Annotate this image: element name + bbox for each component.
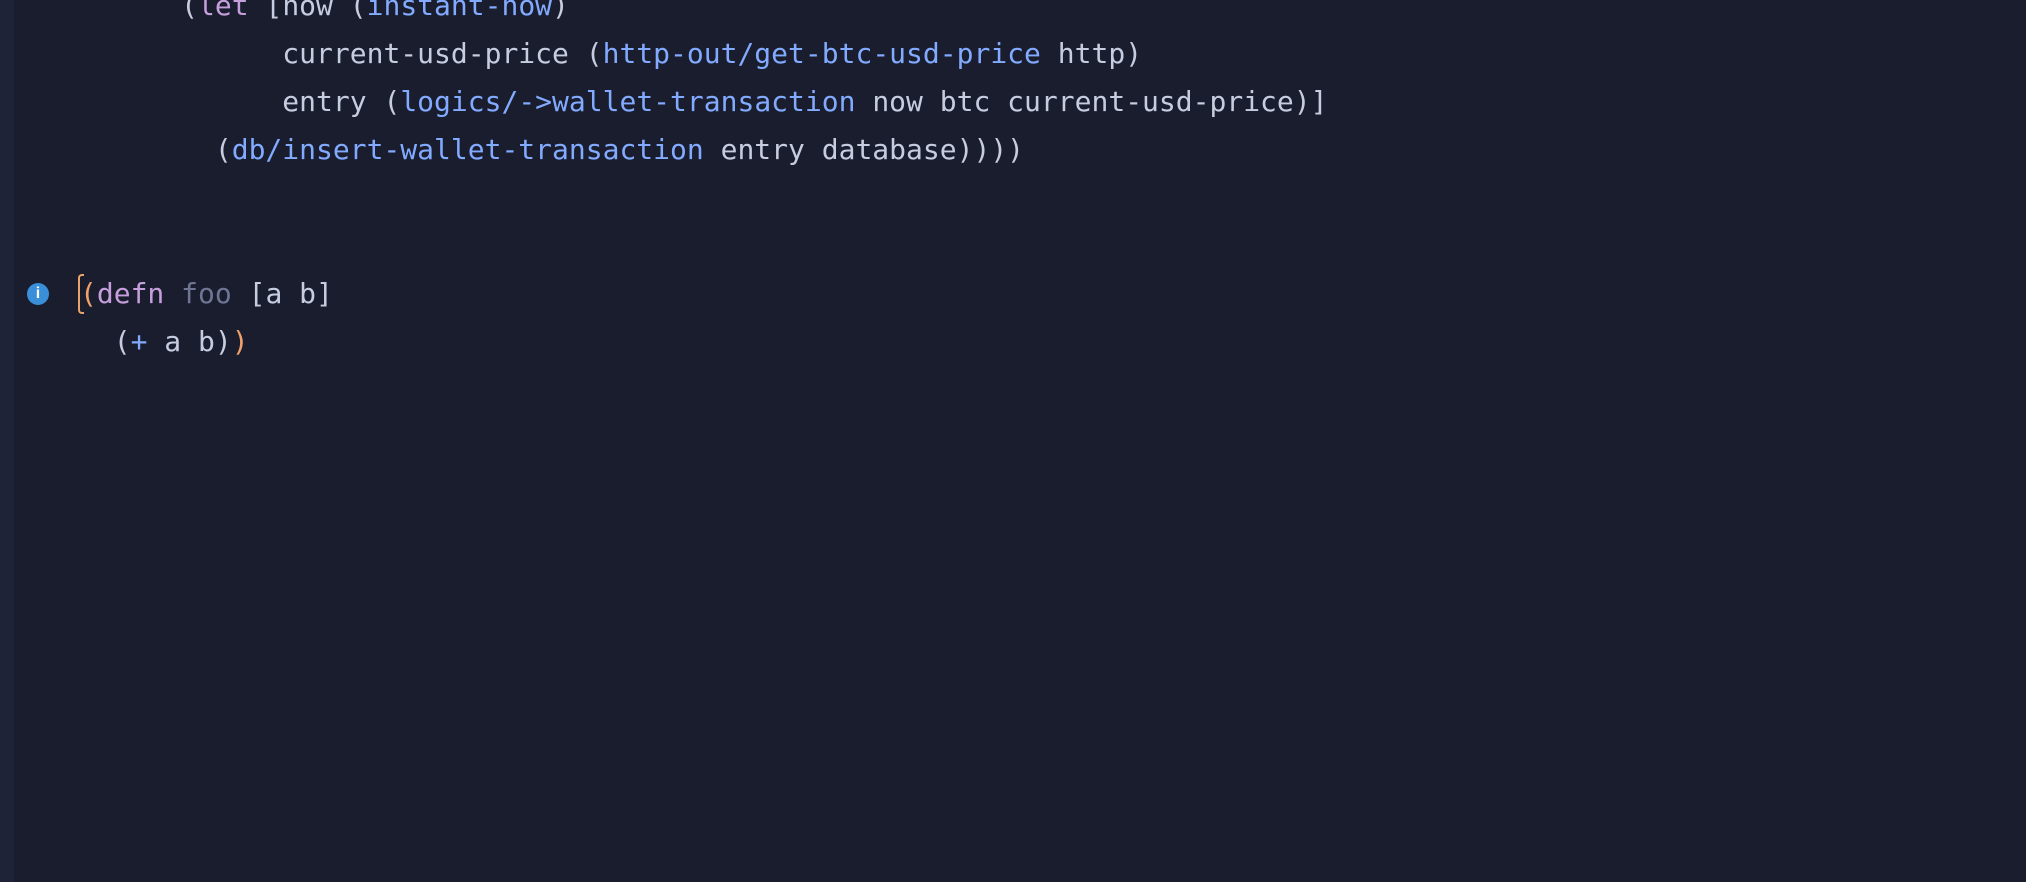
token-keyword: let [198,0,249,30]
token-hlparen: ) [232,318,249,366]
token-sym: entry database [704,126,957,174]
token-sym: a b [265,270,316,318]
token-dim: foo [181,270,232,318]
indent [80,0,181,30]
token-sym: entry [282,78,383,126]
info-icon[interactable]: i [26,282,50,306]
indent [80,318,114,366]
token-bracket: ] [316,270,333,318]
editor-gutter[interactable]: i [0,0,60,882]
token-paren: ) [1294,78,1311,126]
token-keyword: defn [97,270,164,318]
token-fn: + [131,318,148,366]
indent [80,126,215,174]
token-bracket: [ [265,0,282,30]
token-fn: db/insert-wallet-transaction [232,126,704,174]
code-line[interactable]: (db/insert-wallet-transaction entry data… [80,126,1024,174]
token-paren: ( [181,0,198,30]
token-paren: ( [350,0,367,30]
token-sym: current-usd-price [282,30,585,78]
token-paren: ) [552,0,569,30]
code-line[interactable]: (let [now (instant-now) [80,0,569,30]
token-sym: now btc current-usd-price [855,78,1293,126]
code-area[interactable]: (let [now (instant-now) current-usd-pric… [60,0,2026,882]
token-paren: ) [1125,30,1142,78]
gutter-strip [0,0,14,882]
token-sym: a b [147,318,214,366]
code-line[interactable]: current-usd-price (http-out/get-btc-usd-… [80,30,1142,78]
token-sym [249,0,266,30]
token-bracket: [ [249,270,266,318]
info-icon-glyph: i [27,283,49,305]
indent [80,30,282,78]
token-paren: )))) [957,126,1024,174]
token-sym [232,270,249,318]
token-paren: ( [215,126,232,174]
code-editor[interactable]: i (let [now (instant-now) current-usd-pr… [0,0,2026,882]
code-line[interactable]: (defn foo [a b] [80,270,333,318]
token-sym: http [1041,30,1125,78]
token-bracket: ] [1311,78,1328,126]
token-fn: instant-now [367,0,552,30]
token-sym: now [282,0,349,30]
code-line[interactable]: (+ a b)) [80,318,249,366]
token-fn: logics/->wallet-transaction [400,78,855,126]
token-paren: ( [114,318,131,366]
token-paren: ) [215,318,232,366]
code-line[interactable]: entry (logics/->wallet-transaction now b… [80,78,1327,126]
token-paren: ( [383,78,400,126]
token-sym [164,270,181,318]
token-hlparen: ( [80,270,97,318]
token-fn: http-out/get-btc-usd-price [603,30,1041,78]
token-paren: ( [586,30,603,78]
indent [80,78,282,126]
